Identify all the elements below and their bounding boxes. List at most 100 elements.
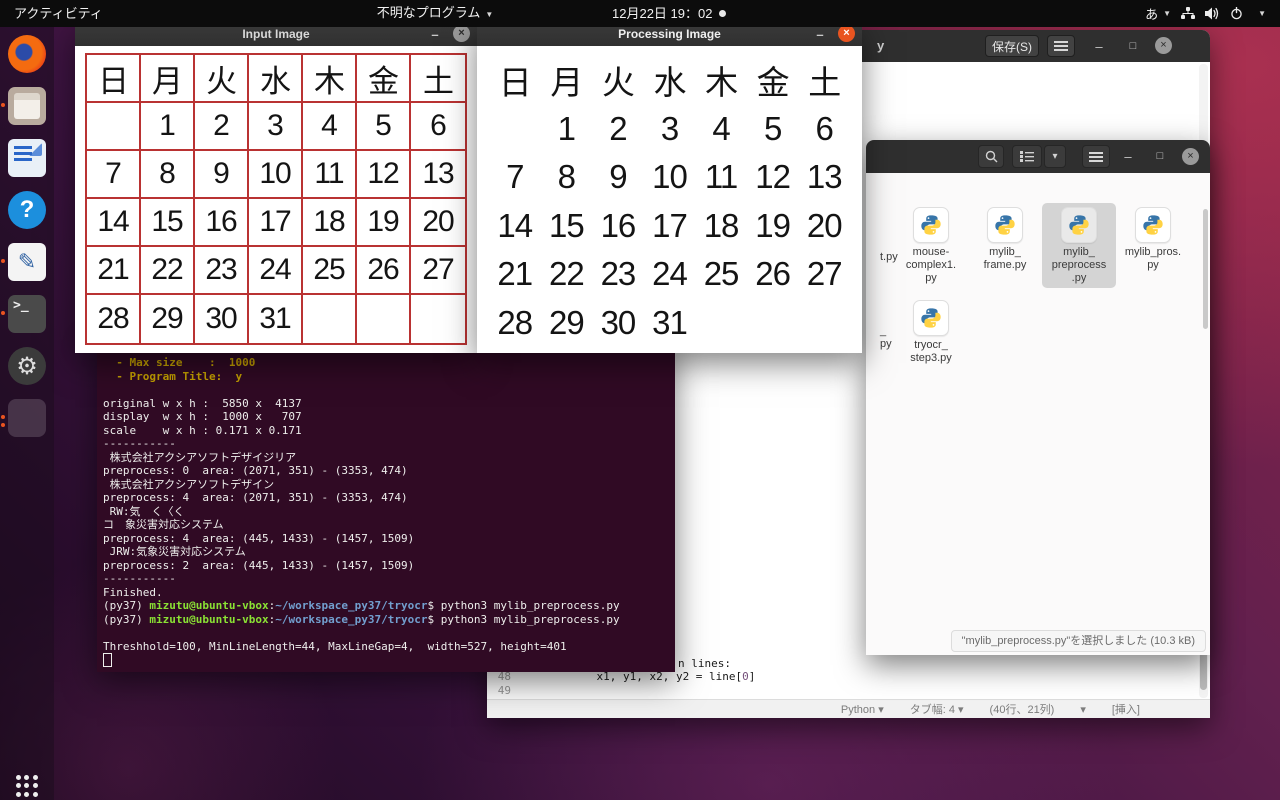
chevron-down-icon: ▾	[1052, 151, 1057, 162]
maximize-button[interactable]: □	[1123, 36, 1143, 56]
calendar-date-cell	[747, 299, 799, 348]
calendar-date-cell: 30	[592, 299, 644, 348]
hamburger-icon	[1089, 152, 1103, 162]
python-file-icon	[913, 207, 949, 243]
terminal-line: preprocess: 4 area: (445, 1433) - (1457,…	[103, 532, 675, 546]
input-method-label: あ	[1145, 4, 1158, 23]
calendar-date-cell: 28	[489, 299, 541, 348]
status-item[interactable]: Python ▾	[841, 703, 884, 716]
terminal-line: (py37) mizutu@ubuntu-vbox:~/workspace_py…	[103, 613, 675, 627]
window-title: Processing Image	[477, 27, 862, 41]
terminal-line: コ 象災害対応システム	[103, 518, 675, 532]
dock-terminal[interactable]: >_	[8, 295, 46, 333]
running-dot	[1, 311, 5, 315]
dock-firefox[interactable]	[8, 35, 46, 73]
calendar-date-cell: 4	[303, 103, 357, 151]
view-toggle-button[interactable]	[1012, 145, 1042, 168]
activities-button[interactable]: アクティビティ	[0, 0, 117, 27]
file-name-label: mylib_ preprocess .py	[1042, 246, 1116, 285]
file-item-mylib_pros.py[interactable]: mylib_pros. py	[1116, 203, 1190, 288]
terminal-line: Finished.	[103, 586, 675, 600]
calendar-day-header: 金	[357, 55, 411, 103]
terminal-line: preprocess: 4 area: (2071, 351) - (3353,…	[103, 491, 675, 505]
file-item-mylib_preprocess.py[interactable]: mylib_ preprocess .py	[1042, 203, 1116, 288]
calendar-day-header: 月	[541, 56, 593, 105]
minimize-button[interactable]: –	[810, 24, 830, 44]
calendar-date-cell: 9	[195, 151, 249, 199]
terminal-line: scale w x h : 0.171 x 0.171	[103, 424, 675, 438]
file-manager-headerbar[interactable]: ▾ – □ ×	[866, 140, 1210, 173]
input-method-indicator[interactable]: あ▼	[1145, 4, 1171, 23]
input-calendar: 日月火水木金土123456789101112131415161718192021…	[85, 53, 467, 345]
status-item[interactable]: [挿入]	[1112, 701, 1140, 717]
dock-files[interactable]	[8, 87, 46, 125]
terminal-line: -----------	[103, 572, 675, 586]
calendar-date-cell: 19	[747, 202, 799, 251]
calendar-date-cell: 11	[303, 151, 357, 199]
status-item: (40行、21列)	[990, 701, 1055, 717]
power-icon[interactable]	[1230, 7, 1243, 20]
file-item-mouse-complex1.py[interactable]: mouse- complex1. py	[894, 203, 968, 288]
dock-help[interactable]: ?	[8, 191, 46, 229]
calendar-date-cell	[798, 299, 850, 348]
calendar-date-cell: 4	[695, 105, 747, 154]
list-view-icon	[1020, 151, 1034, 162]
dock-unknown-app[interactable]	[8, 399, 46, 437]
clock-button[interactable]: 12月22日 19：02	[612, 0, 712, 27]
running-dot	[1, 103, 5, 107]
menu-button[interactable]	[1047, 35, 1075, 57]
calendar-date-cell: 26	[357, 247, 411, 295]
calendar-date-cell: 16	[195, 199, 249, 247]
maximize-button[interactable]: □	[1150, 146, 1170, 166]
calendar-day-header: 月	[141, 55, 195, 103]
close-button[interactable]: ×	[1182, 148, 1199, 165]
file-item-tryocr_step3.py[interactable]: tryocr_ step3.py	[894, 296, 968, 368]
search-button[interactable]	[978, 145, 1004, 168]
running-dot	[1, 415, 5, 419]
network-icon[interactable]	[1181, 7, 1195, 20]
calendar-date-cell: 7	[87, 151, 141, 199]
code-text: x1, y1, x2, y2 = line[0]	[517, 670, 755, 684]
file-name-label: mylib_ frame.py	[968, 246, 1042, 272]
status-item[interactable]: ▾	[1080, 703, 1086, 716]
close-button[interactable]: ×	[1155, 37, 1172, 54]
close-button[interactable]: ×	[838, 25, 855, 42]
dock-settings[interactable]: ⚙	[8, 347, 46, 385]
minimize-button[interactable]: –	[1089, 36, 1109, 56]
view-options-button[interactable]: ▾	[1044, 145, 1066, 168]
app-menu-button[interactable]: 不明なプログラム▼	[363, 0, 508, 28]
file-manager-content[interactable]: mouse- complex1. pymylib_ frame.pymylib_…	[866, 173, 1210, 655]
show-applications-button[interactable]	[14, 773, 40, 799]
terminal-line: (py37) mizutu@ubuntu-vbox:~/workspace_py…	[103, 599, 675, 613]
calendar-day-header: 火	[195, 55, 249, 103]
chevron-down-icon: ▼	[485, 10, 493, 19]
calendar-date-cell	[411, 295, 465, 343]
calendar-date-cell: 12	[357, 151, 411, 199]
calendar-day-header: 日	[489, 56, 541, 105]
dock: ? ✎ >_ ⚙	[0, 27, 54, 800]
status-item[interactable]: タブ幅: 4 ▾	[910, 701, 964, 717]
save-button[interactable]: 保存(S)	[985, 35, 1039, 57]
dock-libreoffice-writer[interactable]	[8, 139, 46, 177]
calendar-date-cell: 6	[411, 103, 465, 151]
file-name-label: tryocr_ step3.py	[894, 339, 968, 365]
minimize-button[interactable]: –	[1118, 146, 1138, 166]
terminal-line: -----------	[103, 437, 675, 451]
file-item-mylib_frame.py[interactable]: mylib_ frame.py	[968, 203, 1042, 288]
dock-text-editor[interactable]: ✎	[8, 243, 46, 281]
terminal-window[interactable]: - Max size : 1000 - Program Title: y ori…	[97, 340, 675, 672]
code-line: 48 x1, y1, x2, y2 = line[0]	[487, 670, 1210, 684]
calendar-date-cell: 29	[541, 299, 593, 348]
terminal-cursor-line	[103, 653, 675, 669]
terminal-output: - Max size : 1000 - Program Title: y ori…	[97, 340, 675, 672]
volume-icon[interactable]	[1205, 7, 1220, 20]
terminal-cursor	[103, 653, 112, 667]
calendar-day-header: 木	[695, 56, 747, 105]
calendar-date-cell: 14	[87, 199, 141, 247]
calendar-date-cell: 18	[695, 202, 747, 251]
terminal-line: display w x h : 1000 x 707	[103, 410, 675, 424]
calendar-date-cell: 13	[411, 151, 465, 199]
system-tray[interactable]: あ▼ ▼	[1137, 0, 1274, 27]
file-manager-scrollbar[interactable]	[1202, 209, 1209, 627]
menu-button[interactable]	[1082, 145, 1110, 168]
